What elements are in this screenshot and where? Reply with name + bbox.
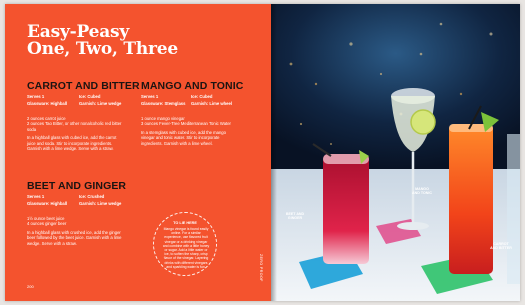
book-gutter-shadow — [271, 4, 277, 301]
recipe-glass: Glassware: Highball — [27, 101, 68, 106]
page-number: 200 — [27, 284, 34, 289]
recipe-ingredients: 1½ ounce beet juice 4 ounces ginger beer — [27, 216, 67, 227]
recipe-ingredients: 2 ounces carrot juice 2 ounces Tao Bitte… — [27, 116, 122, 132]
left-page: Easy-Peasy One, Two, Three CARROT AND BI… — [5, 4, 271, 301]
book-spread: Easy-Peasy One, Two, Three CARROT AND BI… — [5, 4, 520, 301]
recipe-ice: Ice: Cubed — [191, 94, 213, 99]
section-vertical-label: ZERO PROOF — [259, 254, 263, 282]
recipe-meta-left-mango: Serves 1 Glassware: Stemglass — [141, 94, 187, 106]
recipe-meta-right-beet: Ice: Crushed Garnish: Lime wedge — [79, 194, 123, 206]
recipe-method: In a highball glass with crushed ice, ad… — [27, 229, 122, 246]
recipe-ingredients: 1 ounce mango vinegar 3 ounces Fever-Tre… — [141, 116, 231, 127]
recipe-glass: Glassware: Highball — [27, 201, 68, 206]
recipe-garnish: Garnish: Lime wedge — [79, 201, 122, 206]
recipe-heading-carrot: CARROT AND BITTER — [27, 80, 140, 92]
right-page-photo: BEET AND GINGER MANGO AND TONIC CARROT A… — [271, 4, 520, 301]
lime-wheel — [410, 109, 436, 135]
recipe-ice: Ice: Cubed — [79, 94, 101, 99]
recipe-method: In a highball glass with cubed ice, add … — [27, 135, 117, 152]
recipe-meta-left-beet: Serves 1 Glassware: Highball — [27, 194, 73, 206]
recipe-meta-right-carrot: Ice: Cubed Garnish: Lime wedge — [79, 94, 123, 106]
tip-callout-circle: TO LIE HERE Mango vinegar is found easil… — [153, 212, 217, 276]
tip-label: TO LIE HERE — [173, 221, 197, 225]
recipe-meta-right-mango: Ice: Cubed Garnish: Lime wheel — [191, 94, 235, 106]
carrot-bitter-glass — [449, 124, 493, 274]
recipe-body-beet: 1½ ounce beet juice 4 ounces ginger beer… — [27, 216, 125, 249]
drinks-photo — [271, 4, 520, 301]
label-beet-ginger: BEET AND GINGER — [285, 212, 305, 221]
recipe-garnish: Garnish: Lime wedge — [79, 101, 122, 106]
recipe-serves: Serves 1 — [27, 94, 45, 99]
page-title: Easy-Peasy One, Two, Three — [27, 24, 227, 58]
recipe-serves: Serves 1 — [27, 194, 45, 199]
recipe-ice: Ice: Crushed — [79, 194, 105, 199]
label-carrot-bitter: CARROT AND BITTER — [490, 242, 512, 251]
title-line-2: One, Two, Three — [27, 39, 179, 59]
recipe-serves: Serves 1 — [141, 94, 159, 99]
recipe-heading-beet: BEET AND GINGER — [27, 180, 127, 192]
tip-text: Mango vinegar is found easily online. Fo… — [162, 227, 210, 269]
recipe-meta-left-carrot: Serves 1 Glassware: Highball — [27, 94, 73, 106]
recipe-glass: Glassware: Stemglass — [141, 101, 186, 106]
label-mango-tonic: MANGO AND TONIC — [412, 187, 432, 196]
recipe-body-mango: 1 ounce mango vinegar 3 ounces Fever-Tre… — [141, 116, 239, 149]
recipe-method: In a stemglass with cubed ice, add the m… — [141, 129, 226, 146]
recipe-garnish: Garnish: Lime wheel — [191, 101, 232, 106]
beet-ginger-glass — [323, 154, 369, 264]
recipe-heading-mango: MANGO AND TONIC — [141, 80, 244, 92]
recipe-body-carrot: 2 ounces carrot juice 2 ounces Tao Bitte… — [27, 116, 125, 154]
